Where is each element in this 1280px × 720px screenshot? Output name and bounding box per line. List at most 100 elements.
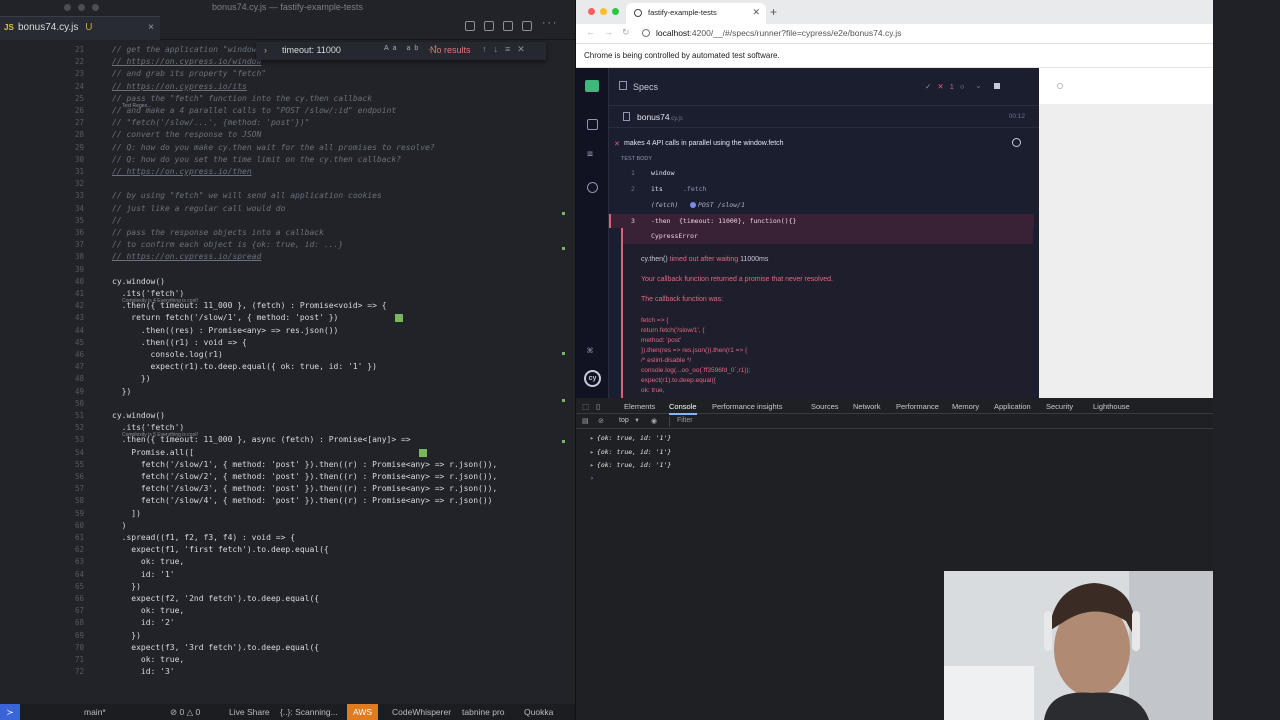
code-line[interactable]: expect(f2, '2nd fetch').to.deep.equal({ xyxy=(112,593,319,605)
device-icon[interactable]: ▯ xyxy=(596,402,600,411)
code-line[interactable]: console.log(r1) xyxy=(112,349,223,361)
code-line[interactable]: .spread((f1, f2, f3, f4) : void => { xyxy=(112,532,295,544)
specs-list-icon[interactable]: ≡ xyxy=(587,150,598,163)
find-input[interactable]: timeout: 11000 xyxy=(282,45,341,55)
find-nav-icons[interactable]: ↑↓≡✕ xyxy=(482,44,532,55)
more-icon[interactable]: ··· xyxy=(541,20,557,31)
live-share[interactable]: Live Share xyxy=(229,704,270,720)
chevron-down-icon[interactable]: ▼ xyxy=(634,418,640,424)
info-icon[interactable] xyxy=(642,29,650,37)
cmd-its[interactable]: its xyxy=(651,185,663,193)
tab-sources[interactable]: Sources xyxy=(811,402,839,411)
code-line[interactable]: expect(f1, 'first fetch').to.deep.equal(… xyxy=(112,544,328,556)
code-line[interactable]: fetch('/slow/2', { method: 'post' }).the… xyxy=(112,471,497,483)
code-line[interactable]: // to confirm each object is {ok: true, … xyxy=(112,239,343,251)
keyboard-icon[interactable]: ⌘ xyxy=(587,346,593,357)
code-line[interactable]: cy.window() xyxy=(112,276,165,288)
inspect-icon[interactable]: ⬚ xyxy=(582,402,589,411)
sidebar-icon[interactable]: ▤ xyxy=(582,417,589,425)
filter-input[interactable]: Filter xyxy=(677,417,693,424)
tab-bonus74[interactable]: JS bonus74.cy.js U × xyxy=(0,16,160,40)
code-line[interactable]: cy.window() xyxy=(112,410,165,422)
code-line[interactable]: // xyxy=(112,215,122,227)
codelens-hint[interactable]: Complexity is 5 Everything is cool! xyxy=(122,432,198,438)
test-title[interactable]: makes 4 API calls in parallel using the … xyxy=(624,140,784,147)
maximize-dot[interactable] xyxy=(92,4,99,11)
chevron-right-icon[interactable]: › xyxy=(264,45,267,55)
code-line[interactable]: ok: true, xyxy=(112,556,184,568)
code-line[interactable]: // and make a 4 parallel calls to "POST … xyxy=(112,105,396,117)
url-text[interactable]: localhost:4200/__/#/specs/runner?file=cy… xyxy=(656,28,901,38)
quokka[interactable]: Quokka xyxy=(524,704,553,720)
history-icon[interactable] xyxy=(484,21,494,31)
code-line[interactable]: ]) xyxy=(112,508,141,520)
cmd-window[interactable]: window xyxy=(651,169,674,177)
code-line[interactable]: // https://on.cypress.io/its xyxy=(112,81,247,93)
address-bar[interactable]: ←→↻ localhost:4200/__/#/specs/runner?fil… xyxy=(576,24,1213,44)
eye-icon[interactable]: ◉ xyxy=(651,417,657,425)
console-log[interactable]: ▸ {ok: true, id: '1'} xyxy=(590,434,671,442)
problems[interactable]: ⊘ 0 △ 0 xyxy=(170,704,200,720)
app-icon[interactable] xyxy=(585,80,599,92)
tab-lighthouse[interactable]: Lighthouse xyxy=(1093,402,1130,411)
code-line[interactable]: // https://on.cypress.io/window xyxy=(112,56,261,68)
console-log[interactable]: ▸ {ok: true, id: '1'} xyxy=(590,448,671,456)
console-prompt[interactable]: › xyxy=(590,474,594,482)
code-line[interactable]: // and grab its property "fetch" xyxy=(112,68,266,80)
tab-performance-insights[interactable]: Performance insights xyxy=(712,402,782,411)
tab-security[interactable]: Security xyxy=(1046,402,1073,411)
runs-icon[interactable] xyxy=(587,119,598,130)
code-line[interactable]: }) xyxy=(112,581,141,593)
code-line[interactable]: id: '2' xyxy=(112,617,175,629)
codewhisperer[interactable]: CodeWhisperer xyxy=(392,704,451,720)
code-line[interactable]: // https://on.cypress.io/then xyxy=(112,166,252,178)
nav-icons[interactable]: ←→↻ xyxy=(586,27,639,38)
code-line[interactable]: // Q: how do you make cy.then wait for t… xyxy=(112,142,435,154)
code-line[interactable]: // "fetch('/slow/...', {method: 'post'})… xyxy=(112,117,309,129)
code-line[interactable]: id: '1' xyxy=(112,569,175,581)
code-line[interactable]: .then((res) : Promise<any> => res.json()… xyxy=(112,325,338,337)
close-dot[interactable] xyxy=(64,4,71,11)
cmd-fetch[interactable]: (fetch) xyxy=(651,201,678,209)
code-line[interactable]: return fetch('/slow/1', { method: 'post'… xyxy=(112,312,338,324)
code-line[interactable]: ok: true, xyxy=(112,605,184,617)
tabnine[interactable]: tabnine pro xyxy=(462,704,505,720)
code-line[interactable]: .then((r1) : void => { xyxy=(112,337,247,349)
codelens-hint[interactable]: Test Regex... xyxy=(122,103,151,109)
copilot-icon[interactable] xyxy=(465,21,475,31)
specs-icon[interactable] xyxy=(619,81,627,90)
tab-network[interactable]: Network xyxy=(853,402,881,411)
context-select[interactable]: top xyxy=(619,417,629,424)
code-line[interactable]: }) xyxy=(112,386,132,398)
tab-performance[interactable]: Performance xyxy=(896,402,939,411)
code-line[interactable]: ) xyxy=(112,520,127,532)
chevron-down-icon[interactable]: ⌄ xyxy=(975,81,982,90)
remote-icon[interactable]: ≻ xyxy=(0,704,20,720)
close-dot[interactable] xyxy=(588,8,595,15)
specs-label[interactable]: Specs xyxy=(633,82,658,92)
chrome-tab[interactable]: fastify-example-tests ✕ xyxy=(626,3,766,24)
clear-console-icon[interactable]: ⊘ xyxy=(598,417,604,425)
branch[interactable]: main* xyxy=(84,704,106,720)
code-line[interactable]: ok: true, xyxy=(112,654,184,666)
code-line[interactable]: }) xyxy=(112,630,141,642)
minimize-dot[interactable] xyxy=(78,4,85,11)
tab-console[interactable]: Console xyxy=(669,402,697,415)
new-tab-icon[interactable]: + xyxy=(770,5,777,19)
close-tab-icon[interactable]: ✕ xyxy=(752,3,760,22)
code-line[interactable]: // Q: how do you set the time limit on t… xyxy=(112,154,401,166)
code-line[interactable]: // by using "fetch" we will send all app… xyxy=(112,190,382,202)
code-line[interactable]: fetch('/slow/4', { method: 'post' }).the… xyxy=(112,495,493,507)
code-editor[interactable]: 21 // get the application "window" 22 // ht… xyxy=(0,42,575,704)
tab-application[interactable]: Application xyxy=(994,402,1031,411)
codelens-hint[interactable]: Complexity is 4 Everything is cool! xyxy=(122,298,198,304)
failed-command-row[interactable]: 3 -then {timeout: 11000}, function(){} xyxy=(609,214,1034,228)
close-tab-icon[interactable]: × xyxy=(148,17,154,39)
info-icon[interactable] xyxy=(1012,138,1021,147)
code-line[interactable]: fetch('/slow/1', { method: 'post' }).the… xyxy=(112,459,497,471)
code-line[interactable]: // just like a regular call would do xyxy=(112,203,285,215)
split-editor-icon[interactable] xyxy=(522,21,532,31)
code-line[interactable]: // pass the response objects into a call… xyxy=(112,227,324,239)
code-line[interactable]: // convert the response to JSON xyxy=(112,129,261,141)
code-line[interactable]: fetch('/slow/3', { method: 'post' }).the… xyxy=(112,483,497,495)
